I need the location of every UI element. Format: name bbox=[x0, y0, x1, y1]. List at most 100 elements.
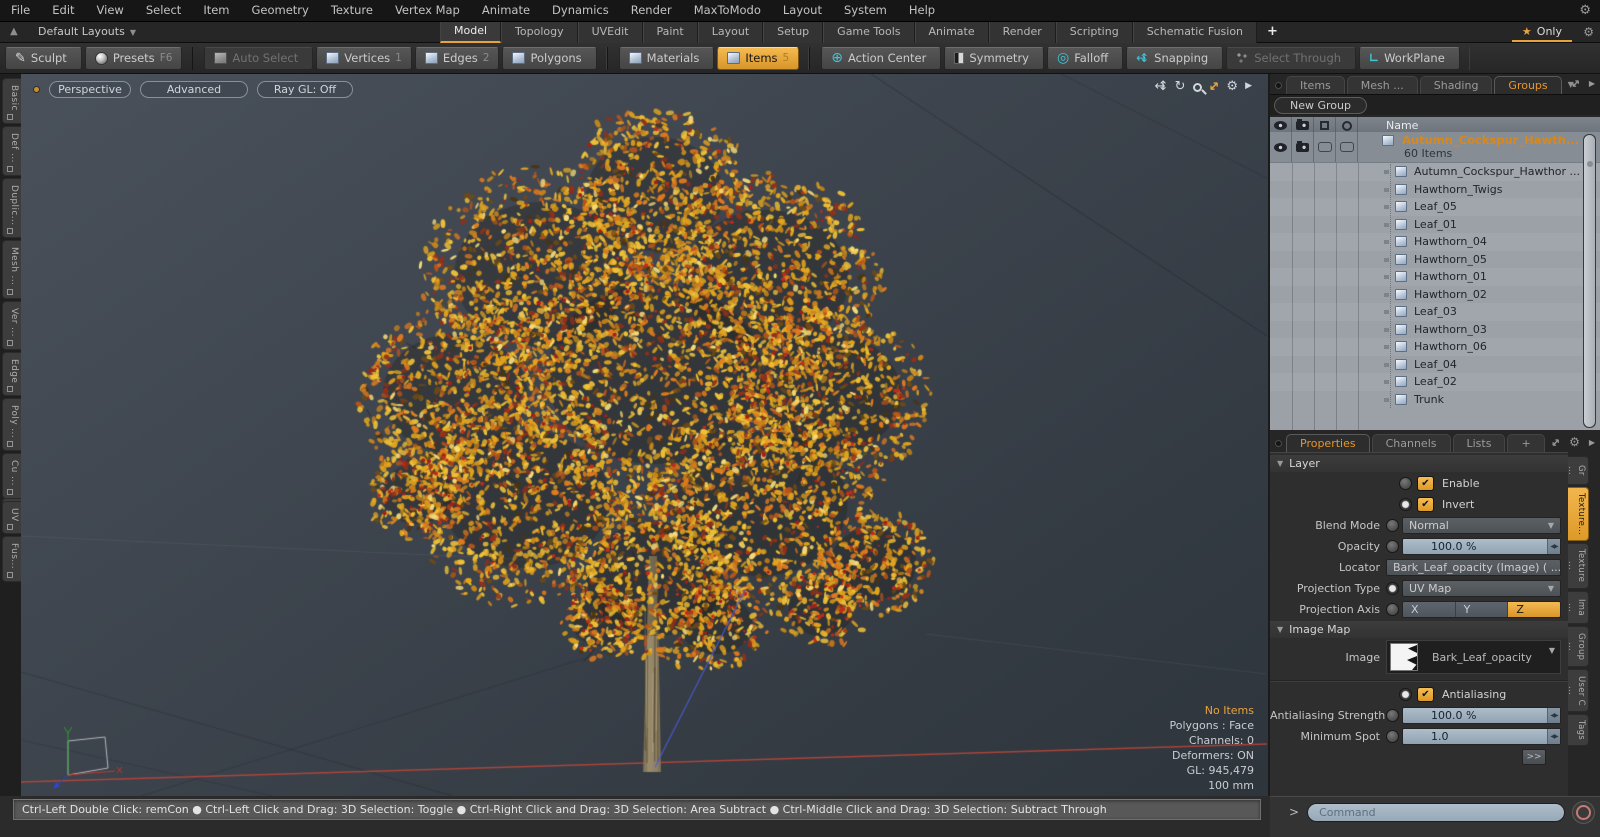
layout-tab[interactable]: Schematic Fusion bbox=[1132, 22, 1258, 43]
axis-y-button[interactable]: Y bbox=[1454, 601, 1508, 617]
rotate-icon[interactable]: ↻ bbox=[1175, 79, 1186, 94]
layout-gear-icon[interactable]: ⚙ bbox=[1583, 25, 1594, 39]
command-input[interactable] bbox=[1307, 802, 1565, 822]
opacity-slider[interactable]: 100.0 % ◀▶ bbox=[1402, 537, 1561, 555]
group-item-row[interactable]: Hawthorn_01 bbox=[1270, 268, 1600, 286]
locator-dropdown[interactable]: Bark_Leaf_opacity (Image) ( ... ▼ bbox=[1386, 558, 1561, 576]
panel-more-arrow-icon[interactable]: ▶ bbox=[1589, 79, 1595, 88]
toolbar-button[interactable]: Presets F6 bbox=[84, 46, 183, 70]
toolbar-button[interactable]: Vertices 1 bbox=[316, 46, 412, 70]
layout-up-icon[interactable]: ▲ bbox=[10, 26, 18, 37]
layout-tab[interactable]: Setup bbox=[763, 22, 824, 43]
right-palette-tab[interactable]: Texture... bbox=[1568, 486, 1589, 542]
group-item-row[interactable]: Trunk bbox=[1270, 391, 1600, 409]
group-item-row[interactable]: Leaf_02 bbox=[1270, 373, 1600, 391]
menu-item[interactable]: Edit bbox=[41, 0, 85, 21]
layout-tab[interactable]: Topology bbox=[501, 22, 578, 43]
layout-tab[interactable]: Layout bbox=[697, 22, 764, 43]
group-item-row[interactable]: Hawthorn_Twigs bbox=[1270, 181, 1600, 199]
left-palette-tab[interactable]: Edge bbox=[2, 351, 21, 396]
viewport-header-button[interactable]: Perspective bbox=[49, 81, 131, 98]
layout-tab[interactable]: Animate bbox=[914, 22, 989, 43]
group-item-row[interactable]: Leaf_05 bbox=[1270, 198, 1600, 216]
mini-slider-arrows-icon[interactable]: ◀▶ bbox=[1547, 538, 1560, 554]
toggle-checkbox[interactable] bbox=[1317, 142, 1332, 152]
image-picker[interactable]: Bark_Leaf_opacity ▼ bbox=[1386, 640, 1561, 674]
image-map-section-header[interactable]: ▼ Image Map bbox=[1270, 621, 1568, 638]
layout-tab[interactable]: Render bbox=[988, 22, 1056, 43]
enable-checkbox[interactable] bbox=[1417, 475, 1434, 491]
axis-x-button[interactable]: X bbox=[1403, 601, 1455, 617]
right-palette-tab[interactable]: Ima ... bbox=[1568, 590, 1589, 624]
render-camera-icon[interactable] bbox=[1296, 119, 1309, 130]
projection-type-radio[interactable] bbox=[1386, 581, 1399, 595]
antialiasing-strength-radio[interactable] bbox=[1386, 708, 1399, 722]
properties-panel-tab[interactable]: Properties bbox=[1286, 434, 1370, 452]
group-item-row[interactable]: Hawthorn_06 bbox=[1270, 338, 1600, 356]
groups-scrollbar-thumb[interactable] bbox=[1584, 135, 1595, 427]
viewport-gear-icon[interactable]: ⚙ bbox=[1226, 79, 1238, 94]
left-palette-tab[interactable]: Def ... bbox=[2, 125, 21, 176]
record-macro-button[interactable] bbox=[1572, 800, 1595, 824]
invert-channel-radio[interactable] bbox=[1399, 497, 1412, 511]
left-palette-tab[interactable]: Basic bbox=[2, 78, 21, 124]
right-palette-tab[interactable]: User C ... bbox=[1568, 669, 1589, 712]
groups-scrollbar[interactable] bbox=[1583, 134, 1596, 428]
group-item-row[interactable]: Hawthorn_03 bbox=[1270, 321, 1600, 339]
visibility-eye-icon[interactable] bbox=[1274, 121, 1287, 130]
properties-panel-tab[interactable]: + bbox=[1507, 434, 1545, 452]
left-palette-tab[interactable]: Cu ... bbox=[2, 452, 21, 499]
antialiasing-strength-slider[interactable]: 100.0 % ◀▶ bbox=[1402, 706, 1561, 724]
toolbar-button[interactable]: Polygons bbox=[502, 46, 597, 70]
layout-tab[interactable]: Model bbox=[440, 22, 502, 43]
menu-item[interactable]: Texture bbox=[320, 0, 384, 21]
properties-panel-tab[interactable]: Lists bbox=[1452, 434, 1506, 452]
menu-item[interactable]: Help bbox=[898, 0, 946, 21]
toolbar-button[interactable]: Action Center bbox=[821, 46, 942, 70]
layout-tab[interactable]: UVEdit bbox=[577, 22, 643, 43]
right-palette-tab[interactable]: Texture ... bbox=[1568, 543, 1589, 589]
left-palette-tab[interactable]: UV bbox=[2, 500, 21, 535]
toolbar-button[interactable]: Auto Select bbox=[204, 46, 314, 70]
groups-panel-tab[interactable]: Groups bbox=[1494, 76, 1562, 94]
add-layout-tab-button[interactable]: + bbox=[1257, 22, 1288, 43]
left-palette-tab[interactable]: Duplic... bbox=[2, 177, 21, 239]
right-palette-tab[interactable]: Gr ... bbox=[1568, 456, 1589, 485]
toolbar-button[interactable]: Items 5 bbox=[717, 46, 800, 70]
toolbar-button[interactable]: Symmetry bbox=[944, 46, 1044, 70]
panel-more-arrow-icon[interactable]: ▶ bbox=[1589, 438, 1595, 447]
app-settings-gear-icon[interactable]: ⚙ bbox=[1579, 3, 1591, 18]
groups-panel-tab[interactable]: Shading bbox=[1419, 76, 1493, 94]
left-palette-tab[interactable]: Mesh ... bbox=[2, 240, 21, 299]
group-root-row[interactable]: Autumn_Cockspur_Hawth... 60 Items bbox=[1270, 132, 1600, 163]
toolbar-button[interactable]: Snapping bbox=[1126, 46, 1224, 70]
menu-item[interactable]: Item bbox=[192, 0, 240, 21]
mini-slider-arrows-icon[interactable]: ◀▶ bbox=[1547, 707, 1560, 723]
menu-item[interactable]: MaxToModo bbox=[683, 0, 772, 21]
left-palette-tab[interactable]: Fus... bbox=[2, 536, 21, 583]
viewport-header-button[interactable]: Ray GL: Off bbox=[257, 81, 353, 98]
group-item-row[interactable]: Leaf_04 bbox=[1270, 356, 1600, 374]
right-palette-tab[interactable]: Tags bbox=[1568, 713, 1589, 747]
menu-item[interactable]: Layout bbox=[772, 0, 833, 21]
expand-panel-icon[interactable]: ↔ bbox=[1567, 76, 1583, 92]
invert-checkbox[interactable] bbox=[1417, 496, 1434, 512]
viewport-3d[interactable]: Perspective Advanced Ray GL: Off ↔ ↕ ↻ ↔ ⚙ … bbox=[21, 74, 1268, 796]
maximize-viewport-icon[interactable]: ↔ bbox=[1205, 77, 1223, 95]
group-item-row[interactable]: Hawthorn_02 bbox=[1270, 286, 1600, 304]
projection-type-dropdown[interactable]: UV Map ▼ bbox=[1402, 579, 1561, 597]
default-layouts-dropdown[interactable]: Default Layouts ▼ bbox=[38, 25, 136, 38]
axis-z-button[interactable]: Z bbox=[1507, 601, 1560, 617]
toggle-checkbox[interactable] bbox=[1339, 142, 1354, 152]
group-item-row[interactable]: Hawthorn_05 bbox=[1270, 251, 1600, 269]
layer-section-header[interactable]: ▼ Layer bbox=[1270, 455, 1568, 472]
left-palette-tab[interactable]: Ver ... bbox=[2, 300, 21, 350]
group-item-row[interactable]: Leaf_03 bbox=[1270, 303, 1600, 321]
menu-item[interactable]: View bbox=[86, 0, 135, 21]
menu-item[interactable]: File bbox=[0, 0, 41, 21]
toolbar-button[interactable]: Materials bbox=[618, 46, 715, 70]
minimum-spot-radio[interactable] bbox=[1386, 729, 1399, 743]
properties-panel-tab[interactable]: Channels bbox=[1371, 434, 1451, 452]
layout-tab[interactable]: Paint bbox=[642, 22, 698, 43]
group-item-row[interactable]: Autumn_Cockspur_Hawthor ... bbox=[1270, 163, 1600, 181]
